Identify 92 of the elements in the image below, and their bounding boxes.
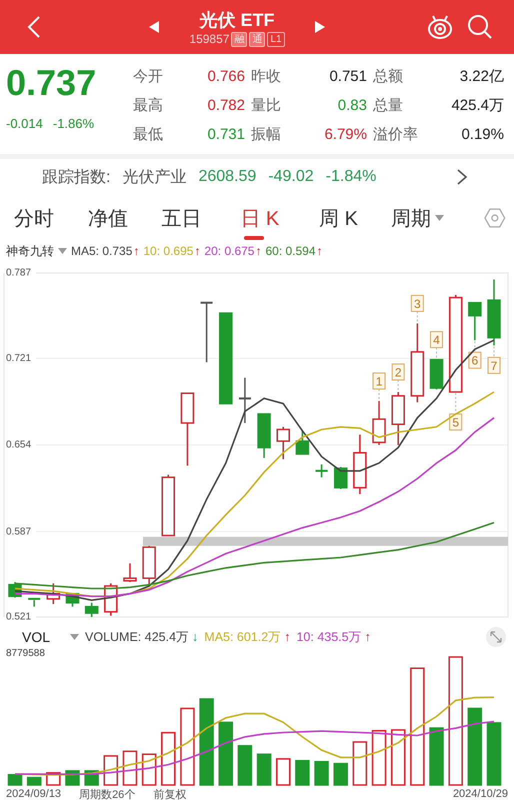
stat-label: 量比: [250, 96, 282, 115]
volume-indicator-name: VOL: [22, 629, 50, 645]
stat-label: 最高: [132, 96, 164, 115]
period-count: 周期数26个: [79, 788, 136, 800]
stat-label: 溢价率: [372, 125, 419, 144]
caret-icon: [70, 634, 80, 640]
candlestick: [487, 279, 501, 346]
caret-icon: [58, 248, 67, 254]
ma-legend: 10: 0.695: [143, 244, 194, 258]
stat-label: 昨收: [250, 67, 282, 86]
indicator-selector[interactable]: 神奇九转: [6, 242, 54, 260]
previous-triangle-icon[interactable]: [149, 21, 160, 33]
chart-tab[interactable]: 周 K: [319, 198, 391, 238]
price-change-percent: -1.86%: [52, 116, 94, 131]
trend-arrow: ↑: [364, 630, 371, 644]
back-icon: [27, 15, 41, 39]
stat-value: 0.731: [206, 126, 246, 143]
axis-label: 0.787: [6, 268, 32, 279]
candlestick: [316, 464, 328, 478]
stat-value: 0.19%: [460, 126, 505, 143]
index-value: 2608.59: [198, 168, 256, 186]
candlestick: [276, 426, 290, 460]
candlestick: [66, 592, 80, 607]
ma-legend: 20: 0.675: [204, 244, 254, 258]
index-name: 光伏产业: [122, 168, 186, 188]
stock-tag: L1: [267, 32, 285, 46]
stat-value: 0.766: [206, 68, 246, 85]
chart-tab[interactable]: 净值: [88, 198, 162, 238]
current-price: 0.737: [6, 62, 98, 104]
tracking-label: 跟踪指数:: [42, 168, 110, 188]
start-date: 2024/09/13: [6, 788, 62, 800]
price-change: -0.014: [6, 116, 43, 131]
chart-tab[interactable]: 日 K: [240, 198, 320, 238]
candlestick: [46, 583, 60, 604]
volume-legend: MA5: 601.2万: [204, 628, 282, 646]
volume-legend: VOLUME: 425.4万: [85, 628, 190, 646]
candlestick: [257, 413, 271, 458]
stat-label: 最低: [132, 125, 164, 144]
candlestick: [238, 378, 251, 424]
axis-label: 0.721: [6, 353, 32, 364]
candlestick: [353, 434, 367, 494]
candlestick: [28, 598, 40, 607]
candlestick: [372, 401, 386, 445]
candlestick: [430, 358, 444, 390]
chart-tab[interactable]: 五日: [162, 198, 240, 238]
candlestick: [84, 602, 98, 617]
stock-tag: 融: [231, 32, 248, 46]
index-change: -49.02: [268, 168, 314, 186]
candlestick: [296, 430, 310, 455]
stock-code: 159857: [189, 32, 230, 46]
stock-tag: 通: [249, 32, 266, 46]
candlestick: [123, 563, 137, 582]
trend-arrow: ↑: [255, 244, 262, 258]
search-icon: [467, 14, 493, 40]
candlestick: [162, 474, 176, 536]
stock-title: 光伏 ETF: [199, 8, 274, 32]
stat-label: 振幅: [250, 125, 282, 144]
stat-value: 425.4万: [450, 96, 505, 115]
stat-value: 3.22亿: [458, 67, 505, 86]
candlestick: [200, 302, 213, 362]
chart-tab[interactable]: 分时: [14, 198, 88, 238]
axis-label: 0.521: [6, 612, 32, 623]
axis-label: 0.654: [6, 440, 32, 451]
stat-label: 总量: [372, 96, 404, 115]
candlestick: [468, 302, 482, 340]
candlestick: [334, 466, 348, 489]
index-change-percent: -1.84%: [326, 168, 376, 186]
candlestick: [391, 392, 405, 445]
expand-icon[interactable]: [486, 627, 506, 647]
axis-label: 8779588: [6, 648, 45, 659]
stat-value: 6.79%: [323, 126, 368, 143]
stat-value: 0.83: [336, 97, 368, 114]
stat-label: 总额: [372, 67, 404, 86]
trend-arrow: ↑: [133, 244, 140, 258]
next-triangle-icon[interactable]: [314, 21, 325, 33]
mascot-icon: [426, 14, 454, 40]
ma-legend: MA5: 0.735: [71, 244, 132, 258]
adjustment-mode: 前复权: [153, 788, 186, 800]
chart-tab[interactable]: 周期: [390, 198, 484, 238]
trend-arrow: ↑: [284, 630, 290, 644]
stat-value: 0.782: [206, 97, 246, 114]
candlestick: [142, 546, 156, 586]
end-date: 2024/10/29: [452, 788, 508, 800]
axis-label: 0.587: [6, 526, 32, 538]
settings-icon[interactable]: [484, 207, 506, 229]
trend-arrow: ↑: [194, 244, 200, 258]
trend-arrow: ↑: [316, 244, 323, 258]
volume-legend: 10: 435.5万: [296, 628, 362, 646]
stat-label: 今开: [132, 67, 164, 86]
trend-arrow: ↓: [192, 630, 198, 644]
stat-value: 0.751: [328, 68, 368, 85]
ma-legend: 60: 0.594: [265, 244, 316, 258]
